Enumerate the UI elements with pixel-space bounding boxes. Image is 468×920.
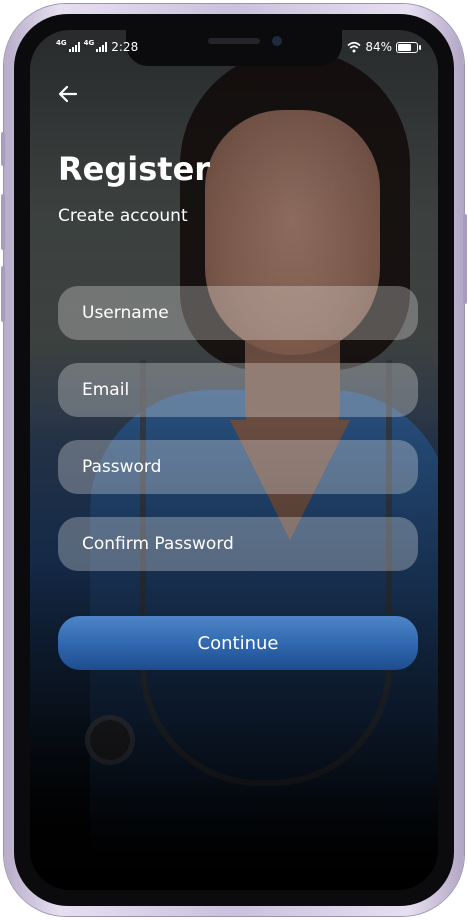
network-type-2: 4G xyxy=(83,39,95,47)
volume-down-button xyxy=(1,266,5,322)
status-time: 2:28 xyxy=(111,40,139,54)
continue-button[interactable]: Continue xyxy=(58,616,418,670)
network-type-1: 4G xyxy=(56,39,67,47)
signal-icon xyxy=(96,42,108,52)
signal-icon xyxy=(68,42,80,52)
notch xyxy=(126,30,342,66)
power-button xyxy=(463,214,467,304)
email-input[interactable] xyxy=(80,379,418,401)
app-screen: 4G 4G 2:28 84% Register Create account C… xyxy=(30,30,438,890)
page-title: Register xyxy=(58,150,211,188)
front-camera xyxy=(272,36,282,46)
arrow-left-icon[interactable] xyxy=(56,82,80,106)
mute-switch xyxy=(1,132,5,166)
wifi-icon xyxy=(347,41,361,53)
battery-fill xyxy=(398,43,412,51)
password-field[interactable] xyxy=(58,440,418,494)
username-field[interactable] xyxy=(58,286,418,340)
status-bar-right: 84% xyxy=(347,40,421,54)
battery-percent: 84% xyxy=(365,40,392,54)
confirm-password-input[interactable] xyxy=(80,533,418,555)
username-input[interactable] xyxy=(80,302,418,324)
status-bar-left: 4G 4G 2:28 xyxy=(56,39,139,54)
password-input[interactable] xyxy=(80,456,418,478)
email-field[interactable] xyxy=(58,363,418,417)
volume-up-button xyxy=(1,194,5,250)
page-subtitle: Create account xyxy=(58,206,188,226)
battery-icon xyxy=(396,41,421,53)
confirm-password-field[interactable] xyxy=(58,517,418,571)
speaker xyxy=(208,38,260,44)
